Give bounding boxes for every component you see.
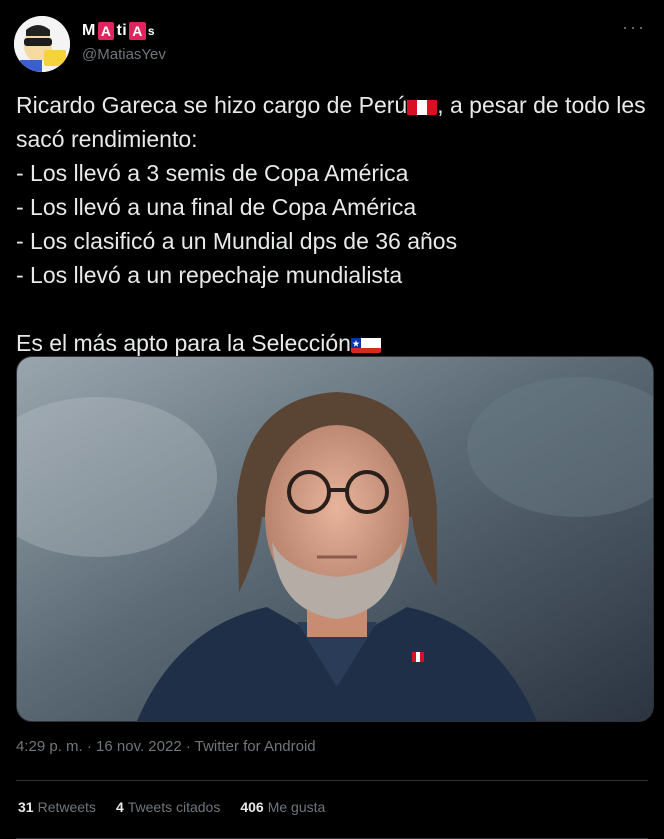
tweet-timestamp[interactable]: 4:29 p. m. · 16 nov. 2022 · Twitter for … (16, 738, 316, 755)
author-handle[interactable]: @MatiasYev (82, 46, 166, 63)
name-part: M (82, 22, 96, 39)
cartoon-avatar-icon (14, 16, 70, 72)
tweet-date: 16 nov. 2022 (96, 738, 182, 755)
tweet-list-item: - Los llevó a un repechaje mundialista (16, 262, 403, 288)
likes-label: Me gusta (267, 799, 326, 815)
tweet-closing: Es el más apto para la Selección (16, 330, 351, 356)
quotes-stat[interactable]: 4 Tweets citados (116, 799, 220, 815)
name-part-highlight: A (97, 22, 115, 40)
meta-separator: · (185, 738, 191, 755)
avatar[interactable] (14, 16, 70, 72)
tweet-photo[interactable] (16, 356, 654, 722)
tweet: M A ti A s @MatiasYev ··· Ricardo Gareca… (0, 0, 664, 839)
name-part-highlight: A (129, 22, 146, 40)
tweet-text: Ricardo Gareca se hizo cargo de Perú, a … (16, 88, 648, 360)
author-display-name[interactable]: M A ti A s (82, 20, 155, 42)
peru-flag-icon (407, 95, 438, 115)
retweets-label: Retweets (37, 799, 96, 815)
tweet-list-item: - Los clasificó a un Mundial dps de 36 a… (16, 228, 458, 254)
name-part: s (147, 24, 156, 38)
likes-count: 406 (240, 799, 264, 815)
portrait-photo (17, 357, 653, 721)
tweet-stats: 31 Retweets 4 Tweets citados 406 Me gusta (18, 799, 325, 815)
tweet-list-item: - Los llevó a 3 semis de Copa América (16, 160, 409, 186)
tweet-source: Twitter for Android (194, 738, 316, 755)
divider (16, 780, 648, 781)
quotes-count: 4 (115, 799, 124, 815)
retweets-stat[interactable]: 31 Retweets (18, 799, 96, 815)
tweet-line: Ricardo Gareca se hizo cargo de Perú (16, 92, 408, 118)
chile-flag-icon (350, 333, 381, 353)
retweets-count: 31 (18, 799, 34, 815)
tweet-list-item: - Los llevó a una final de Copa América (16, 194, 417, 220)
more-options-icon[interactable]: ··· (622, 18, 646, 36)
name-part: ti (116, 22, 128, 39)
likes-stat[interactable]: 406 Me gusta (240, 799, 325, 815)
quotes-label: Tweets citados (127, 799, 221, 815)
meta-separator: · (86, 738, 92, 755)
tweet-time: 4:29 p. m. (16, 738, 83, 755)
